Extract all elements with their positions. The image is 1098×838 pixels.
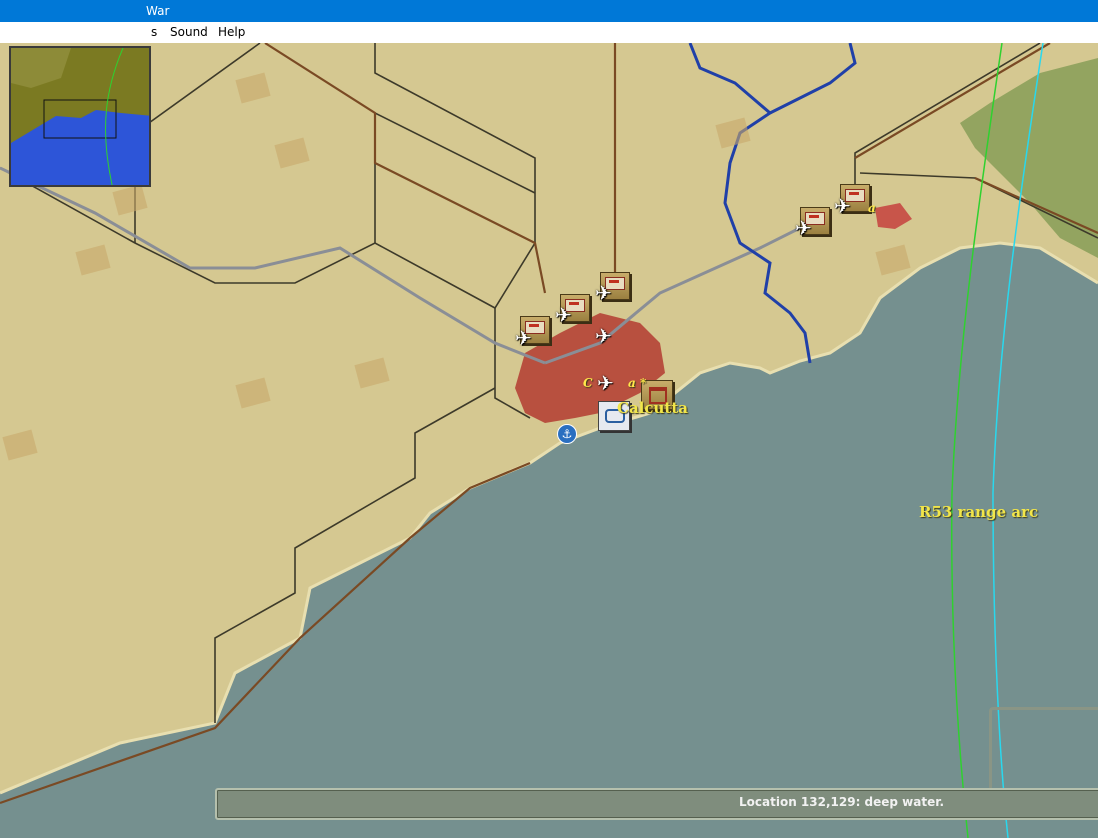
- base-label-left: C: [583, 376, 593, 390]
- status-text: Location 132,129: deep water.: [739, 795, 945, 809]
- minimap[interactable]: [9, 46, 151, 187]
- airplane-icon: ✈: [515, 326, 532, 350]
- minimap-terrain: [11, 48, 149, 185]
- status-bar: Location 132,129: deep water.: [215, 788, 1098, 820]
- airplane-icon: ✈: [595, 324, 612, 348]
- map-terrain: [0, 43, 1098, 838]
- window-title: War: [146, 4, 170, 18]
- base-label-east: a: [868, 201, 876, 215]
- airplane-icon: ✈: [834, 194, 851, 218]
- menu-item-partial[interactable]: s: [151, 25, 157, 39]
- airplane-icon: ✈: [597, 371, 614, 395]
- menu-bar: s Sound Help: [0, 22, 1098, 43]
- airplane-icon: ✈: [795, 216, 812, 240]
- title-bar: War: [0, 0, 1098, 22]
- airplane-icon: ✈: [555, 303, 572, 327]
- map-view[interactable]: ✈ ✈ ✈ ✈ ✈ ⚓ ✈ ✈ C a * a Calcutta R53 ran…: [0, 43, 1098, 838]
- base-label-right: a *: [628, 376, 647, 390]
- menu-sound[interactable]: Sound: [170, 25, 208, 39]
- range-arc-label: R53 range arc: [919, 503, 1039, 521]
- menu-help[interactable]: Help: [218, 25, 245, 39]
- anchor-icon: ⚓: [557, 424, 577, 444]
- airplane-icon: ✈: [595, 281, 612, 305]
- city-label-calcutta: Calcutta: [617, 399, 688, 417]
